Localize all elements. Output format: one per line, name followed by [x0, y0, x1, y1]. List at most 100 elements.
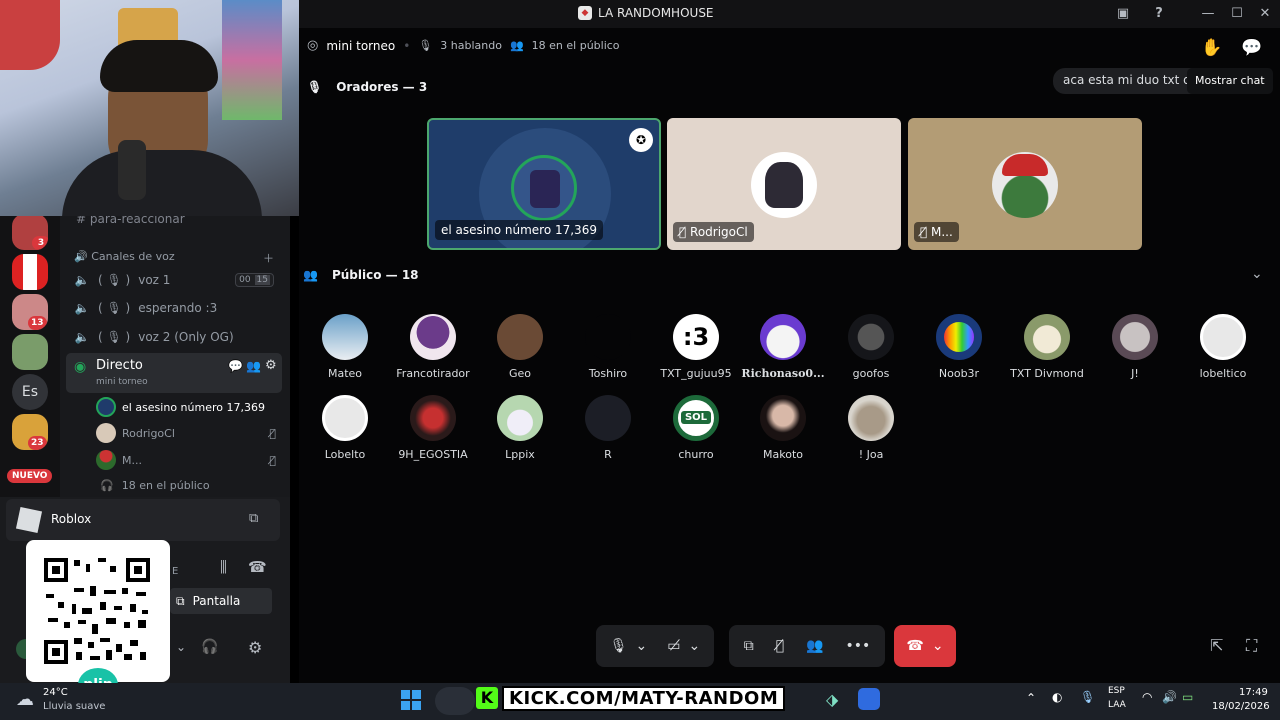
raise-hand-icon[interactable]: ✋ — [1201, 38, 1222, 58]
member-name: Francotirador — [396, 367, 470, 380]
avatar — [96, 397, 116, 417]
audience-member[interactable]: Toshiro — [564, 314, 652, 380]
server-icon[interactable]: 13 — [12, 294, 48, 330]
weather-text: Lluvia suave — [43, 701, 106, 712]
clock-date[interactable]: 18/02/2026 — [1212, 701, 1270, 712]
voice-channel[interactable]: 🔈 ( 🎙 ) voz 2 (Only OG) — [74, 330, 234, 344]
minimize-icon[interactable]: — — [1197, 4, 1219, 24]
member-name: Richonaso0... — [741, 367, 825, 380]
stage-channel-active[interactable]: ◉ Directo mini torneo 💬 👥 ⚙ — [66, 353, 282, 393]
keyboard-layout[interactable]: LAA — [1108, 700, 1126, 710]
streamer-shirt — [62, 150, 262, 216]
channel-lock-icon: ( 🎙 ) — [98, 273, 131, 287]
window-title-text: LA RANDOMHOUSE — [598, 6, 714, 20]
audience-member[interactable]: Lppix — [476, 395, 564, 461]
screen-share-button[interactable]: ⧉ Pantalla — [170, 588, 272, 614]
audience-member[interactable]: Lobelto — [301, 395, 389, 461]
app-icon[interactable] — [858, 688, 880, 710]
invite-icon[interactable]: 👥 — [806, 638, 823, 654]
mic-muted-icon[interactable]: 🎙̸ — [776, 638, 784, 654]
audience-member[interactable]: R — [564, 395, 652, 461]
server-icon[interactable] — [12, 254, 48, 290]
roblox-icon — [15, 506, 43, 534]
start-icon[interactable] — [401, 690, 421, 710]
audience-member[interactable]: Richonaso0... — [739, 314, 827, 380]
volume-icon[interactable]: 🔊 — [1162, 690, 1177, 704]
speakers-header: 🎙 Oradores — 3 — [307, 80, 427, 94]
chevron-down-icon[interactable]: ⌄ — [689, 638, 701, 654]
stage-audience-count[interactable]: 🎧 18 en el público — [100, 479, 210, 492]
pop-out-icon[interactable]: ⇱ — [1210, 636, 1223, 655]
search-bar[interactable] — [435, 687, 475, 715]
clock-time[interactable]: 17:49 — [1239, 687, 1268, 698]
audience-member[interactable]: goofos — [827, 314, 915, 380]
close-icon[interactable]: ✕ — [1254, 4, 1276, 24]
stage-member[interactable]: el asesino número 17,369 — [96, 397, 265, 417]
voice-category[interactable]: 🔊 Canales de voz ＋ — [74, 250, 274, 266]
audience-member[interactable]: SOL churro — [652, 395, 740, 461]
server-icon[interactable]: Es — [12, 374, 48, 410]
voice-channel[interactable]: 🔈 ( 🎙 ) esperando :3 — [74, 301, 218, 315]
screen-share-icon[interactable]: ⧉ — [744, 638, 754, 654]
chevron-down-icon[interactable]: ⌄ — [1251, 266, 1263, 282]
headphones-icon[interactable]: 🎧 — [201, 639, 218, 655]
more-icon[interactable]: ••• — [846, 638, 871, 654]
audience-member[interactable]: :3 TXT_gujuu95 — [652, 314, 740, 380]
audience-member[interactable]: Mateo — [301, 314, 389, 380]
chevron-up-icon[interactable]: ⌃ — [1026, 691, 1036, 705]
mic-control[interactable]: 🎙 ⌄ ▭̸ ⌄ — [596, 625, 714, 667]
audience-member[interactable]: ! Joa — [827, 395, 915, 461]
add-channel-icon[interactable]: ＋ — [263, 250, 274, 266]
moderator-icon: ✪ — [629, 128, 653, 152]
show-chat-icon[interactable]: 💬 — [1241, 38, 1262, 58]
chevron-down-icon[interactable]: ⌄ — [176, 640, 186, 654]
server-icon[interactable] — [12, 334, 48, 370]
audience-member[interactable]: Francotirador — [389, 314, 477, 380]
speaker-tile[interactable]: ✪ el asesino número 17,369 — [427, 118, 661, 250]
audience-header-text: Público — 18 — [331, 268, 419, 282]
audience-member[interactable]: Makoto — [739, 395, 827, 461]
server-icon[interactable]: 3 — [12, 214, 48, 250]
app-icon[interactable]: ⬗ — [826, 690, 838, 709]
battery-icon[interactable]: ▭ — [1182, 690, 1193, 704]
audience-member[interactable]: TXT Divmond — [1003, 314, 1091, 380]
hang-up-button[interactable]: ☎ ⌄ — [894, 625, 956, 667]
inbox-icon[interactable]: ▣ — [1112, 4, 1134, 24]
speaker-tile[interactable]: 🎙̸ M... — [908, 118, 1142, 250]
activity-card[interactable]: Roblox ⧉ — [6, 499, 280, 541]
wifi-icon[interactable]: ◠ — [1142, 690, 1152, 704]
speaking-count: 3 hablando — [440, 39, 502, 52]
stream-preview-icon[interactable]: ⧉ — [249, 511, 258, 526]
chevron-down-icon[interactable]: ⌄ — [932, 638, 944, 654]
member-name: Geo — [508, 367, 532, 380]
camera-off-icon[interactable]: ▭̸ — [667, 638, 680, 654]
help-icon[interactable]: ? — [1148, 4, 1170, 24]
settings-icon[interactable]: ⚙ — [265, 358, 277, 373]
audience-member[interactable]: Geo — [476, 314, 564, 380]
mic-icon[interactable]: 🎙 — [1080, 690, 1095, 704]
audience-member[interactable]: 9H_EGOSTIA — [389, 395, 477, 461]
chevron-down-icon[interactable]: ⌄ — [636, 638, 648, 654]
stage-member[interactable]: RodrigoCl 🎙̸ — [96, 423, 276, 443]
voice-channel-name: voz 2 (Only OG) — [138, 330, 234, 344]
tray-icon[interactable]: ◐ — [1052, 690, 1062, 704]
avatar — [497, 395, 543, 441]
language-code[interactable]: ESP — [1108, 686, 1125, 696]
audience-member[interactable]: lobeltico — [1179, 314, 1267, 380]
invite-icon[interactable]: 👥 — [246, 359, 261, 373]
speaker-tile[interactable]: 🎙̸ RodrigoCl — [667, 118, 901, 250]
fullscreen-icon[interactable]: ⛶ — [1246, 636, 1257, 656]
audience-member[interactable]: Noob3r — [915, 314, 1003, 380]
mic-icon[interactable]: 🎙 — [610, 638, 628, 654]
stage-member[interactable]: M... 🎙̸ — [96, 450, 276, 470]
disconnect-icon[interactable]: ☎ — [248, 558, 267, 576]
audience-member[interactable]: J! — [1091, 314, 1179, 380]
avatar — [322, 395, 368, 441]
voice-channel[interactable]: 🔈 ( 🎙 ) voz 1 00 15 — [74, 273, 274, 287]
hang-up-icon: ☎ — [906, 638, 924, 654]
user-settings-icon[interactable]: ⚙ — [248, 638, 262, 657]
server-icon[interactable]: 23 — [12, 414, 48, 450]
voice-activity-icon[interactable]: ⫼ — [220, 558, 227, 576]
chat-icon[interactable]: 💬 — [228, 359, 243, 373]
maximize-icon[interactable]: ☐ — [1226, 4, 1248, 24]
